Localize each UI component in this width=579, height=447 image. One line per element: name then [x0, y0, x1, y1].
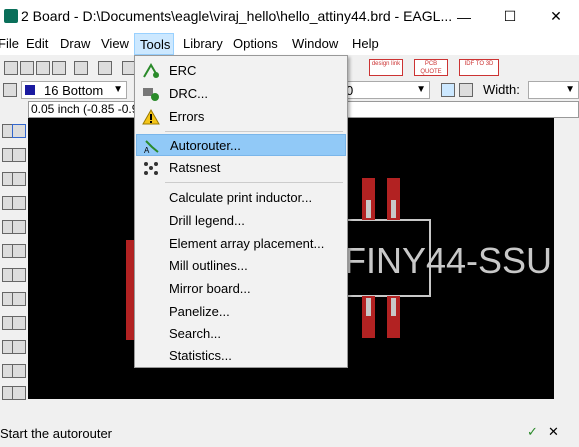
minimize-button[interactable]: — — [441, 0, 487, 33]
menu-window[interactable]: Window — [292, 36, 338, 51]
status-bar: Start the autorouter ✓ ✕ — [0, 418, 579, 447]
idf-to-3d-button[interactable]: IDF TO 3D — [459, 59, 499, 76]
board-icon[interactable] — [74, 61, 88, 75]
autorouter-icon: A — [144, 140, 159, 154]
pcb-quote-button[interactable]: PCB QUOTE — [414, 59, 448, 76]
menu-item-errors[interactable]: Errors — [136, 106, 346, 128]
go-icon[interactable]: ✕ — [548, 424, 559, 440]
design-link-button[interactable]: design link — [369, 59, 403, 76]
menu-item-calculate-print-inductor[interactable]: Calculate print inductor... — [136, 187, 346, 209]
menu-item-statistics[interactable]: Statistics... — [136, 345, 346, 367]
value-select[interactable]: 0 ▼ — [345, 81, 430, 99]
value-icon[interactable] — [12, 268, 26, 282]
bend-style-icon[interactable] — [441, 83, 455, 97]
change-icon[interactable] — [12, 196, 26, 210]
rotate-icon[interactable] — [12, 172, 26, 186]
menu-item-label: Autorouter... — [170, 138, 241, 153]
layer-color-swatch — [25, 85, 35, 95]
route-icon[interactable] — [12, 316, 26, 330]
window-title: 2 Board - D:\Documents\eagle\viraj_hello… — [21, 8, 453, 24]
drc-icon — [143, 88, 159, 101]
menu-library[interactable]: Library — [183, 36, 223, 51]
vertical-scrollbar[interactable] — [554, 118, 579, 399]
show-icon[interactable] — [12, 124, 26, 138]
save-icon[interactable] — [20, 61, 34, 75]
menu-separator — [165, 182, 343, 183]
menu-item-panelize[interactable]: Panelize... — [136, 301, 346, 323]
pin-marker — [391, 298, 396, 316]
menu-file[interactable]: File — [0, 36, 19, 51]
stop-icon[interactable]: ✓ — [527, 424, 538, 440]
menu-item-autorouter[interactable]: A Autorouter... — [136, 134, 346, 156]
pin-marker — [366, 298, 371, 316]
grid-icon[interactable] — [3, 83, 17, 97]
menu-item-search[interactable]: Search... — [136, 323, 346, 345]
menu-item-label: ERC — [169, 63, 197, 78]
maximize-button[interactable]: ☐ — [487, 0, 533, 33]
pin-marker — [366, 200, 371, 218]
warning-icon — [142, 109, 160, 125]
ratsnest-icon — [144, 162, 158, 175]
menu-item-ratsnest[interactable]: Ratsnest — [136, 157, 346, 179]
menu-item-label: Calculate print inductor... — [169, 190, 313, 205]
width-label: Width: — [483, 82, 520, 97]
erc-icon — [143, 63, 159, 78]
menu-item-label: Panelize... — [169, 304, 230, 319]
coordinate-display: 0.05 inch (-0.85 -0.9) — [28, 101, 138, 118]
menu-item-label: Mirror board... — [169, 281, 251, 296]
script-icon[interactable] — [98, 61, 112, 75]
menu-item-label: Statistics... — [169, 348, 232, 363]
chevron-down-icon: ▼ — [113, 84, 123, 95]
menu-options[interactable]: Options — [233, 36, 278, 51]
chevron-down-icon: ▼ — [416, 84, 426, 95]
width-select[interactable]: ▼ — [528, 81, 579, 99]
menu-draw[interactable]: Draw — [60, 36, 90, 51]
tools-menu-dropdown: ERC DRC... Errors A Autorouter... Ratsne… — [134, 55, 348, 368]
replace-icon[interactable] — [12, 244, 26, 258]
menu-separator — [165, 131, 343, 132]
menu-item-element-array-placement[interactable]: Element array placement... — [136, 233, 346, 255]
draw-tools-sidebar — [0, 118, 28, 406]
status-text: Start the autorouter — [0, 426, 113, 441]
print-icon[interactable] — [36, 61, 50, 75]
eagle-app-icon — [4, 9, 18, 23]
wire-icon[interactable] — [12, 340, 26, 354]
bend-style-alt-icon[interactable] — [459, 83, 473, 97]
menu-help[interactable]: Help — [352, 36, 379, 51]
menu-item-label: Drill legend... — [169, 213, 245, 228]
command-line-input[interactable] — [345, 101, 579, 118]
menu-item-drill-legend[interactable]: Drill legend... — [136, 210, 346, 232]
delete-icon[interactable] — [12, 220, 26, 234]
layer-select-value: 16 Bottom — [44, 83, 104, 98]
menu-item-erc[interactable]: ERC — [136, 60, 346, 82]
open-icon[interactable] — [4, 61, 18, 75]
chevron-down-icon: ▼ — [565, 84, 575, 95]
menu-tools-label: Tools — [140, 37, 171, 52]
menu-edit[interactable]: Edit — [26, 36, 48, 51]
menu-tools[interactable]: Tools — [134, 33, 174, 55]
close-button[interactable]: ✕ — [533, 0, 579, 33]
menu-item-label: Ratsnest — [169, 160, 221, 175]
split-icon[interactable] — [12, 292, 26, 306]
layer-select[interactable]: 16 Bottom ▼ — [21, 81, 127, 99]
text-icon[interactable] — [12, 364, 26, 378]
part-label: FINY44-SSU — [344, 240, 552, 281]
menu-item-label: DRC... — [169, 86, 208, 101]
menu-item-mill-outlines[interactable]: Mill outlines... — [136, 255, 346, 277]
pin-marker — [391, 200, 396, 218]
copy-icon[interactable] — [12, 148, 26, 162]
horizontal-scrollbar[interactable] — [28, 399, 579, 416]
svg-text:A: A — [144, 146, 150, 154]
menu-view[interactable]: View — [101, 36, 129, 51]
menu-item-label: Mill outlines... — [169, 258, 248, 273]
menu-item-drc[interactable]: DRC... — [136, 83, 346, 105]
menu-bar: File Edit Draw View Tools Library Option… — [0, 33, 579, 55]
cam-icon[interactable] — [52, 61, 66, 75]
menu-item-label: Search... — [169, 326, 222, 341]
menu-item-mirror-board[interactable]: Mirror board... — [136, 278, 346, 300]
title-bar: 2 Board - D:\Documents\eagle\viraj_hello… — [0, 0, 579, 33]
menu-item-label: Errors — [169, 109, 205, 124]
menu-item-label: Element array placement... — [169, 236, 325, 251]
arc-icon[interactable] — [12, 386, 26, 400]
